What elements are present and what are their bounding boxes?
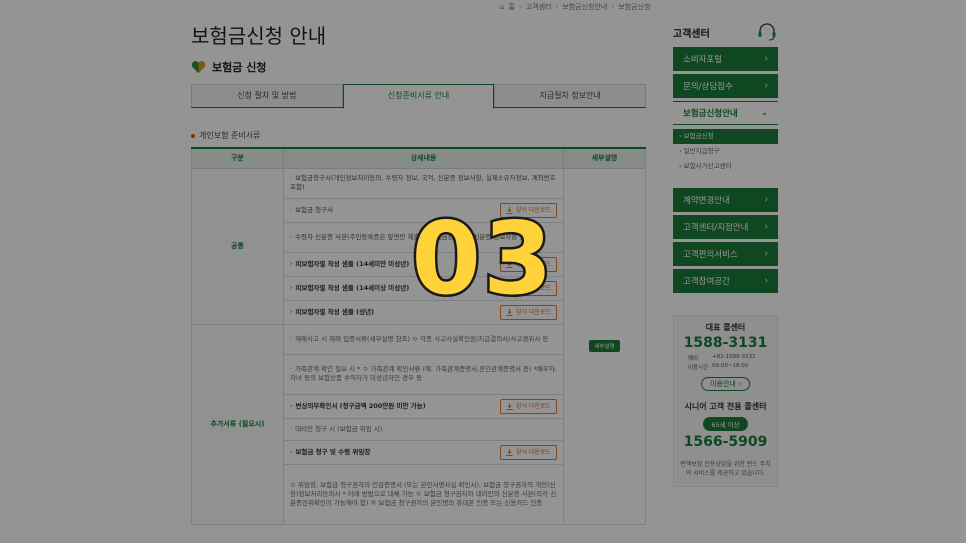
step-number-overlay: 03 (409, 198, 555, 320)
